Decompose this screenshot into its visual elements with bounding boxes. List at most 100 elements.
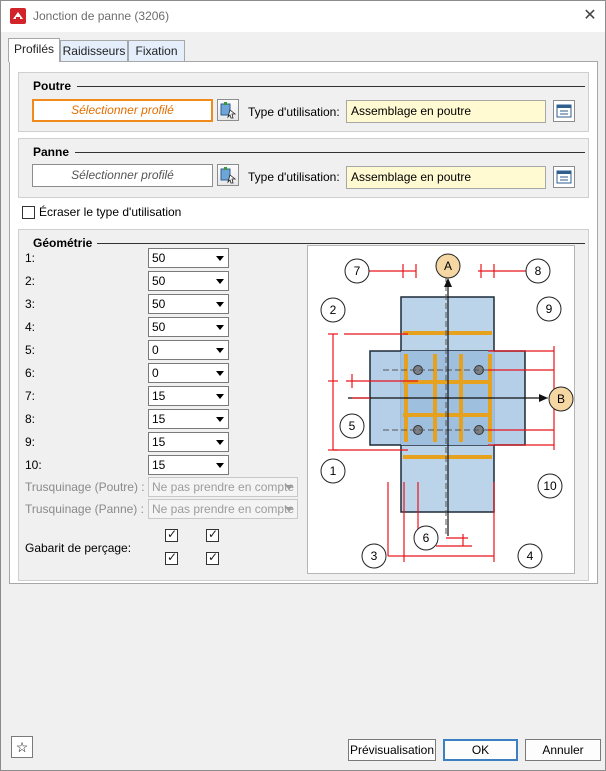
chevron-down-icon [285, 507, 293, 512]
svg-text:A: A [444, 259, 452, 273]
poutre-usage-label: Type d'utilisation: [248, 105, 340, 119]
geometry-value-6: 0 [152, 366, 159, 380]
ok-button[interactable]: OK [443, 739, 518, 761]
svg-text:1: 1 [330, 464, 337, 478]
axis-b-badge: B [548, 386, 574, 412]
group-separator [75, 152, 585, 153]
svg-text:5: 5 [349, 419, 356, 433]
geometrie-group-title: Géométrie [33, 236, 93, 250]
geometry-value-9: 15 [152, 435, 166, 449]
geometry-value-8: 15 [152, 412, 166, 426]
panne-usage-list-button[interactable] [553, 166, 575, 188]
svg-text:2: 2 [330, 303, 337, 317]
poutre-usage-list-button[interactable] [553, 100, 575, 122]
chevron-down-icon [216, 279, 224, 284]
trusquinage-panne-dropdown: Ne pas prendre en compte [148, 499, 298, 519]
trusquinage-poutre-dropdown: Ne pas prendre en compte [148, 477, 298, 497]
poutre-group-title: Poutre [33, 79, 72, 93]
trusquinage-poutre-label: Trusquinage (Poutre) : [25, 480, 145, 494]
joint-diagram-svg: A B 1 2 3 4 5 6 7 8 9 10 [320, 253, 574, 569]
close-button[interactable]: ✕ [579, 5, 601, 27]
trusquinage-poutre-value: Ne pas prendre en compte [152, 480, 295, 494]
window-title: Jonction de panne (3206) [33, 9, 170, 23]
geometry-dropdown-9[interactable]: 15 [148, 432, 229, 452]
callout-4: 4 [517, 543, 543, 569]
favorites-star-button[interactable]: ☆ [11, 736, 33, 758]
poutre-usage-field[interactable]: Assemblage en poutre [346, 100, 546, 123]
geometry-dropdown-2[interactable]: 50 [148, 271, 229, 291]
geometry-dropdown-6[interactable]: 0 [148, 363, 229, 383]
geometry-value-10: 15 [152, 458, 166, 472]
gabarit-checkbox-top-right[interactable] [206, 527, 219, 542]
pick-profile-icon [220, 167, 237, 184]
geometry-label-8: 8: [25, 412, 36, 426]
geometry-value-7: 15 [152, 389, 166, 403]
title-bar: Jonction de panne (3206) ✕ [1, 1, 605, 32]
geometry-value-5: 0 [152, 343, 159, 357]
gabarit-checkbox-bottom-left[interactable] [165, 550, 178, 565]
panne-select-profile-button[interactable]: Sélectionner profilé [32, 164, 213, 187]
svg-text:3: 3 [371, 549, 378, 563]
gabarit-checkbox-bottom-right[interactable] [206, 550, 219, 565]
axis-a-badge: A [435, 253, 461, 279]
tab-profiles[interactable]: Profilés [8, 38, 60, 62]
callout-6: 6 [413, 525, 439, 551]
panne-pick-icon[interactable] [217, 164, 239, 186]
group-separator [77, 86, 585, 87]
dialog-window: Jonction de panne (3206) ✕ Profilés Raid… [0, 0, 606, 771]
tab-fixation[interactable]: Fixation [128, 40, 185, 62]
poutre-pick-icon[interactable] [217, 99, 239, 121]
chevron-down-icon [216, 348, 224, 353]
svg-text:7: 7 [354, 264, 361, 278]
callout-7: 7 [344, 258, 370, 284]
overwrite-usage-label: Écraser le type d'utilisation [39, 205, 182, 219]
geometry-label-4: 4: [25, 320, 36, 334]
callout-5: 5 [339, 413, 365, 439]
geometry-value-1: 50 [152, 251, 166, 265]
svg-text:9: 9 [546, 302, 553, 316]
app-logo-icon [10, 8, 26, 24]
geometry-dropdown-4[interactable]: 50 [148, 317, 229, 337]
chevron-down-icon [216, 440, 224, 445]
chevron-down-icon [216, 371, 224, 376]
callout-8: 8 [525, 258, 551, 284]
geometry-label-6: 6: [25, 366, 36, 380]
chevron-down-icon [216, 302, 224, 307]
geometry-dropdown-7[interactable]: 15 [148, 386, 229, 406]
trusquinage-panne-label: Trusquinage (Panne) : [25, 502, 144, 516]
geometry-label-9: 9: [25, 435, 36, 449]
geometry-label-5: 5: [25, 343, 36, 357]
gabarit-checkbox-top-left[interactable] [165, 527, 178, 542]
geometry-dropdown-8[interactable]: 15 [148, 409, 229, 429]
geometry-diagram: A B 1 2 3 4 5 6 7 8 9 10 [307, 245, 575, 574]
geometry-dropdown-10[interactable]: 15 [148, 455, 229, 475]
svg-text:6: 6 [423, 531, 430, 545]
star-icon: ☆ [15, 739, 29, 755]
pick-profile-icon [220, 102, 237, 119]
geometry-dropdown-5[interactable]: 0 [148, 340, 229, 360]
preview-button[interactable]: Prévisualisation [348, 739, 436, 761]
panne-usage-label: Type d'utilisation: [248, 170, 340, 184]
geometry-label-7: 7: [25, 389, 36, 403]
axis-b-arrow [539, 394, 548, 402]
poutre-select-profile-button[interactable]: Sélectionner profilé [32, 99, 213, 122]
tab-raidisseurs[interactable]: Raidisseurs [60, 40, 128, 62]
chevron-down-icon [216, 394, 224, 399]
callout-10: 10 [537, 473, 563, 499]
panne-usage-field[interactable]: Assemblage en poutre [346, 166, 546, 189]
group-separator [97, 243, 585, 244]
svg-text:4: 4 [527, 549, 534, 563]
geometry-label-1: 1: [25, 251, 36, 265]
panne-group-title: Panne [33, 145, 70, 159]
chevron-down-icon [285, 485, 293, 490]
geometry-dropdown-3[interactable]: 50 [148, 294, 229, 314]
svg-text:B: B [557, 392, 565, 406]
callout-2: 2 [320, 297, 346, 323]
overwrite-usage-checkbox[interactable] [22, 206, 35, 219]
chevron-down-icon [216, 463, 224, 468]
geometry-label-10: 10: [25, 458, 42, 472]
callout-1: 1 [320, 458, 346, 484]
geometry-dropdown-1[interactable]: 50 [148, 248, 229, 268]
callout-3: 3 [361, 543, 387, 569]
cancel-button[interactable]: Annuler [525, 739, 601, 761]
